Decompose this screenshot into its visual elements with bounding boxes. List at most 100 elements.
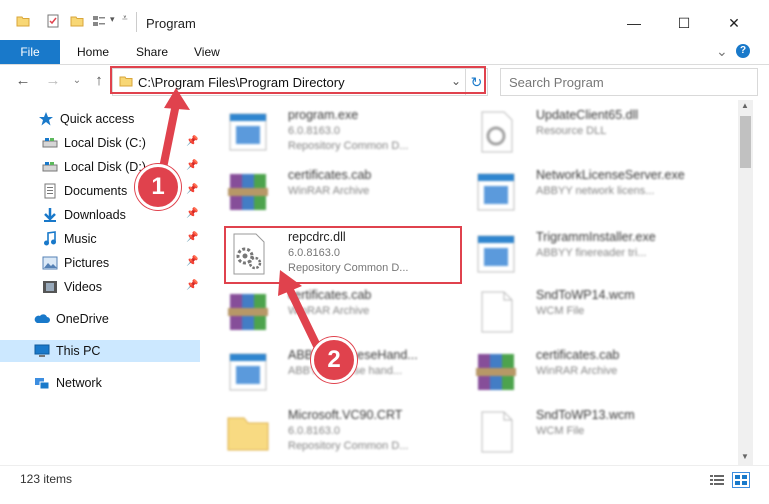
file-item[interactable]: TrigrammInstaller.exe ABBYY finereader tr…: [472, 226, 712, 284]
pin-icon[interactable]: 📌: [186, 160, 198, 171]
file-detail: WCM File: [536, 305, 585, 317]
nav-item-label: Local Disk (C:): [64, 136, 146, 150]
file-item[interactable]: certificates.cab WinRAR Archive: [224, 164, 464, 222]
title-divider: [136, 12, 137, 32]
nav-item-videos[interactable]: Videos 📌: [0, 276, 200, 298]
pin-icon[interactable]: 📌: [186, 208, 198, 219]
file-item[interactable]: certificates.cab WinRAR Archive: [224, 284, 464, 342]
file-name: certificates.cab: [288, 288, 372, 302]
tiles-view-icon[interactable]: [732, 472, 750, 488]
help-icon[interactable]: ?: [736, 44, 750, 58]
file-item[interactable]: Microsoft.VC90.CRT 6.0.8163.0 Repository C…: [224, 404, 464, 462]
title-bar: ▾ ⩡ Program — ☐ ✕: [0, 0, 769, 40]
nav-item-music[interactable]: Music 📌: [0, 228, 200, 250]
nav-item-local-disk-c[interactable]: Local Disk (C:) 📌: [0, 132, 200, 154]
nav-item-quick-access[interactable]: Quick access: [0, 108, 200, 130]
file-detail: Resource DLL: [536, 125, 607, 137]
pin-icon[interactable]: 📌: [186, 136, 198, 147]
pin-icon[interactable]: 📌: [186, 280, 198, 291]
item-count: 123 items: [20, 472, 73, 486]
folder-icon[interactable]: [16, 14, 30, 28]
drive-icon: [42, 159, 58, 175]
pin-icon[interactable]: 📌: [186, 256, 198, 267]
file-name: TrigrammInstaller.exe: [536, 230, 656, 244]
tab-file[interactable]: File: [0, 40, 60, 64]
window-title: Program: [146, 16, 196, 31]
nav-item-downloads[interactable]: Downloads 📌: [0, 204, 200, 226]
search-input[interactable]: Search Program: [500, 68, 758, 96]
tab-home[interactable]: Home: [77, 40, 109, 64]
file-name: certificates.cab: [288, 168, 372, 182]
file-name: NetworkLicenseServer.exe: [536, 168, 685, 182]
nav-item-this-pc[interactable]: This PC: [0, 340, 200, 362]
exe-icon: [472, 230, 520, 278]
close-button[interactable]: ✕: [712, 8, 756, 38]
callout-step-2: 2: [311, 337, 357, 383]
file-item[interactable]: program.exe 6.0.8163.0 Repository Common D…: [224, 104, 464, 162]
quick-access-toolbar-menu-icon[interactable]: ⩡: [122, 13, 128, 24]
nav-item-label: Downloads: [64, 208, 126, 222]
nav-item-label: Network: [56, 376, 102, 390]
nav-item-label: Pictures: [64, 256, 110, 270]
address-bar-highlight: [110, 66, 486, 94]
drive-icon: [42, 135, 58, 151]
up-arrow-icon[interactable]: ↑: [90, 72, 108, 90]
recent-locations-icon[interactable]: ⌄: [68, 72, 86, 90]
file-detail: 6.0.8163.0: [288, 125, 340, 137]
scroll-down-icon[interactable]: ▼: [741, 452, 749, 461]
file-item[interactable]: certificates.cab WinRAR Archive: [472, 344, 712, 402]
tab-view[interactable]: View: [194, 40, 220, 64]
blank-icon: [472, 288, 520, 336]
details-view-icon[interactable]: [710, 474, 724, 486]
vertical-scrollbar[interactable]: ▲ ▼: [738, 100, 753, 465]
file-item[interactable]: UpdateClient65.dll Resource DLL: [472, 104, 712, 162]
callout-step-1: 1: [135, 164, 181, 210]
nav-item-network[interactable]: Network: [0, 372, 200, 394]
nav-item-label: Documents: [64, 184, 128, 198]
tab-share[interactable]: Share: [136, 40, 168, 64]
nav-item-onedrive[interactable]: OneDrive: [0, 308, 200, 330]
file-name: certificates.cab: [536, 348, 620, 362]
pin-icon[interactable]: 📌: [186, 232, 198, 243]
file-name: SndToWP13.wcm: [536, 408, 635, 422]
file-highlight-box: [224, 226, 462, 284]
file-item[interactable]: NetworkLicenseServer.exe ABBYY network li…: [472, 164, 712, 222]
file-item[interactable]: SndToWP14.wcm WCM File: [472, 284, 712, 342]
documents-icon: [42, 183, 58, 199]
file-detail: WCM File: [536, 425, 585, 437]
nav-item-pictures[interactable]: Pictures 📌: [0, 252, 200, 274]
exe-icon: [224, 108, 272, 156]
forward-arrow-icon[interactable]: →: [44, 72, 62, 90]
quick-access-toolbar-dropdown-icon[interactable]: ▾: [110, 14, 115, 25]
pin-icon[interactable]: 📌: [186, 184, 198, 195]
back-arrow-icon[interactable]: ←: [14, 72, 32, 90]
scroll-up-icon[interactable]: ▲: [741, 101, 749, 110]
winrar-icon: [224, 288, 272, 336]
pictures-icon: [42, 255, 58, 271]
star-icon: [38, 111, 54, 127]
file-description: Repository Common D...: [288, 140, 409, 152]
customize-icon[interactable]: [92, 14, 106, 28]
nav-item-label: This PC: [56, 344, 101, 358]
onedrive-icon: [34, 311, 50, 327]
downloads-icon: [42, 207, 58, 223]
folder-icon: [224, 408, 272, 456]
properties-icon[interactable]: [46, 14, 60, 28]
new-folder-icon[interactable]: [70, 14, 84, 28]
nav-item-label: OneDrive: [56, 312, 109, 326]
minimize-button[interactable]: —: [612, 8, 656, 38]
winrar-icon: [224, 168, 272, 216]
expand-ribbon-icon[interactable]: ⌄: [716, 43, 728, 60]
file-item[interactable]: SndToWP13.wcm WCM File: [472, 404, 712, 462]
exe-icon: [472, 168, 520, 216]
maximize-button[interactable]: ☐: [662, 8, 706, 38]
address-row: ← → ⌄ ↑ C:\Program Files\Program Directo…: [0, 66, 769, 98]
search-placeholder: Search Program: [509, 75, 604, 90]
scroll-thumb[interactable]: [740, 116, 751, 168]
blank-icon: [472, 408, 520, 456]
nav-item-label: Quick access: [60, 112, 135, 126]
nav-item-label: Music: [64, 232, 97, 246]
status-bar: 123 items: [0, 465, 769, 504]
file-detail: WinRAR Archive: [288, 305, 370, 317]
file-name: Microsoft.VC90.CRT: [288, 408, 403, 422]
